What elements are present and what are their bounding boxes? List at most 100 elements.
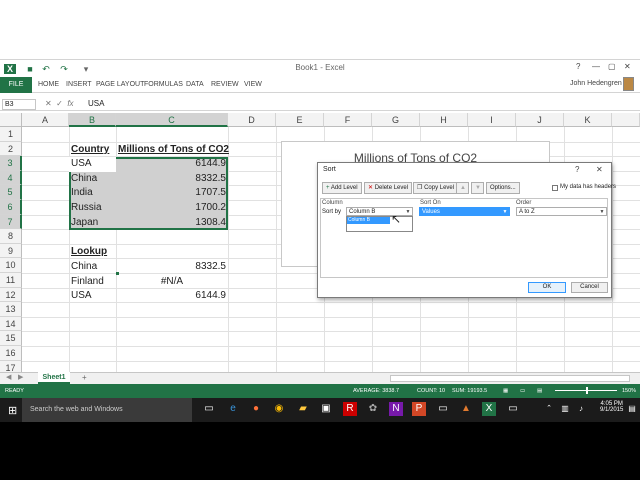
ok-button[interactable]: OK xyxy=(528,282,566,293)
close-button[interactable]: ✕ xyxy=(624,62,631,71)
column-header-l[interactable] xyxy=(612,113,640,127)
firefox-icon[interactable]: ● xyxy=(249,402,263,416)
app-r-icon[interactable]: R xyxy=(343,402,357,416)
move-down-button[interactable]: ▼ xyxy=(471,182,484,194)
tab-insert[interactable]: INSERT xyxy=(66,81,92,88)
notifications-icon[interactable]: ▤ xyxy=(625,402,639,416)
excel-taskbar-icon[interactable]: X xyxy=(482,402,496,416)
order-select[interactable]: A to Z ▼ xyxy=(516,207,607,216)
column-header-f[interactable]: F xyxy=(324,113,372,127)
dialog-help-icon[interactable]: ? xyxy=(575,165,579,174)
enter-icon[interactable]: ✓ xyxy=(56,99,63,108)
powerpoint-icon[interactable]: P xyxy=(412,402,426,416)
row-header-12[interactable]: 12 xyxy=(0,287,22,303)
row-header-5[interactable]: 5 xyxy=(0,185,22,200)
page-break-view-icon[interactable]: ▤ xyxy=(537,388,542,394)
column-header-h[interactable]: H xyxy=(420,113,468,127)
cell-c10[interactable]: 8332.5 xyxy=(118,261,226,272)
select-all-corner[interactable] xyxy=(0,113,22,127)
cell-c5[interactable]: 1707.5 xyxy=(118,187,226,198)
row-header-4[interactable]: 4 xyxy=(0,170,22,186)
cell-b5[interactable]: India xyxy=(71,187,93,198)
row-header-9[interactable]: 9 xyxy=(0,243,22,259)
tray-up-icon[interactable]: ⌃ xyxy=(542,402,556,416)
clock[interactable]: 4:05 PM 9/1/2015 xyxy=(600,401,623,413)
onenote-icon[interactable]: N xyxy=(389,402,403,416)
chrome-icon[interactable]: ◉ xyxy=(272,402,286,416)
cell-c3[interactable]: 6144.9 xyxy=(118,158,226,169)
row-header-8[interactable]: 8 xyxy=(0,229,22,244)
cell-b6[interactable]: Russia xyxy=(71,202,102,213)
store-icon[interactable]: ▣ xyxy=(319,402,333,416)
add-level-button[interactable]: + Add Level xyxy=(322,182,362,194)
cell-b2[interactable]: Country xyxy=(71,144,109,155)
row-header-10[interactable]: 10 xyxy=(0,258,22,273)
column-header-e[interactable]: E xyxy=(276,113,324,127)
row-header-7[interactable]: 7 xyxy=(0,214,22,230)
taskbar-search-input[interactable]: Search the web and Windows xyxy=(22,398,192,422)
user-name[interactable]: John Hedengren xyxy=(570,80,622,87)
headers-checkbox-label[interactable]: My data has headers xyxy=(560,184,616,190)
options-button[interactable]: Options... xyxy=(486,182,520,194)
column-header-a[interactable]: A xyxy=(22,113,69,127)
cell-b7[interactable]: Japan xyxy=(71,217,98,228)
cancel-icon[interactable]: ✕ xyxy=(45,99,52,108)
cell-c4[interactable]: 8332.5 xyxy=(118,173,226,184)
cell-b11[interactable]: Finland xyxy=(71,276,104,287)
scroll-left-icon[interactable]: ◀ xyxy=(6,373,11,381)
minimize-button[interactable]: — xyxy=(592,62,600,71)
copy-level-button[interactable]: ❐ Copy Level xyxy=(413,182,459,194)
row-header-3[interactable]: 3 xyxy=(0,156,22,171)
sort-on-select[interactable]: Values ▼ xyxy=(419,207,510,216)
avatar[interactable] xyxy=(623,77,634,91)
scroll-right-icon[interactable]: ▶ xyxy=(18,373,23,381)
sheet-tab-sheet1[interactable]: Sheet1 xyxy=(38,372,70,384)
column-header-g[interactable]: G xyxy=(372,113,420,127)
add-sheet-button[interactable]: + xyxy=(82,373,87,382)
task-view-icon[interactable]: ▭ xyxy=(202,402,216,416)
restore-button[interactable]: ▢ xyxy=(608,62,616,71)
tab-review[interactable]: REVIEW xyxy=(211,81,239,88)
page-layout-view-icon[interactable]: ▭ xyxy=(520,388,525,394)
delete-level-button[interactable]: ✕ Delete Level xyxy=(364,182,413,194)
tab-home[interactable]: HOME xyxy=(38,81,59,88)
file-tab[interactable]: FILE xyxy=(0,77,32,93)
windows-start-icon[interactable]: ⊞ xyxy=(8,404,17,417)
tab-page-layout[interactable]: PAGE LAYOUT xyxy=(96,81,144,88)
row-header-6[interactable]: 6 xyxy=(0,200,22,215)
file-explorer-icon[interactable]: ▰ xyxy=(296,402,310,416)
tab-data[interactable]: DATA xyxy=(186,81,204,88)
row-header-14[interactable]: 14 xyxy=(0,316,22,332)
edge-icon[interactable]: e xyxy=(226,402,240,416)
tab-formulas[interactable]: FORMULAS xyxy=(144,81,183,88)
cancel-button[interactable]: Cancel xyxy=(571,282,608,293)
cell-b10[interactable]: China xyxy=(71,261,97,272)
column-header-d[interactable]: D xyxy=(228,113,276,127)
zoom-level[interactable]: 150% xyxy=(622,388,636,394)
column-header-j[interactable]: J xyxy=(516,113,564,127)
headers-checkbox[interactable] xyxy=(552,185,558,191)
dialog-close-icon[interactable]: ✕ xyxy=(596,165,603,174)
row-header-16[interactable]: 16 xyxy=(0,346,22,361)
horizontal-scrollbar[interactable] xyxy=(390,375,630,382)
cell-c2[interactable]: Millions of Tons of CO2 xyxy=(118,144,229,155)
app-window2-icon[interactable]: ▭ xyxy=(506,402,520,416)
row-header-15[interactable]: 15 xyxy=(0,331,22,346)
dropdown-option-column-b[interactable]: Column B xyxy=(347,217,390,224)
volume-icon[interactable]: ♪ xyxy=(574,402,588,416)
row-header-2[interactable]: 2 xyxy=(0,141,22,157)
normal-view-icon[interactable]: ▦ xyxy=(503,388,508,394)
row-header-13[interactable]: 13 xyxy=(0,302,22,317)
cell-c6[interactable]: 1700.2 xyxy=(118,202,226,213)
row-header-11[interactable]: 11 xyxy=(0,273,22,288)
help-icon[interactable]: ? xyxy=(576,62,580,71)
app-icon[interactable]: ✿ xyxy=(366,402,380,416)
column-header-k[interactable]: K xyxy=(564,113,612,127)
name-box[interactable]: B3 xyxy=(2,99,36,110)
move-up-button[interactable]: ▲ xyxy=(456,182,469,194)
cell-b12[interactable]: USA xyxy=(71,290,92,301)
cell-c7[interactable]: 1308.4 xyxy=(118,217,226,228)
network-icon[interactable]: ▥ xyxy=(558,402,572,416)
matlab-icon[interactable]: ▲ xyxy=(459,402,473,416)
cell-b4[interactable]: China xyxy=(71,173,97,184)
